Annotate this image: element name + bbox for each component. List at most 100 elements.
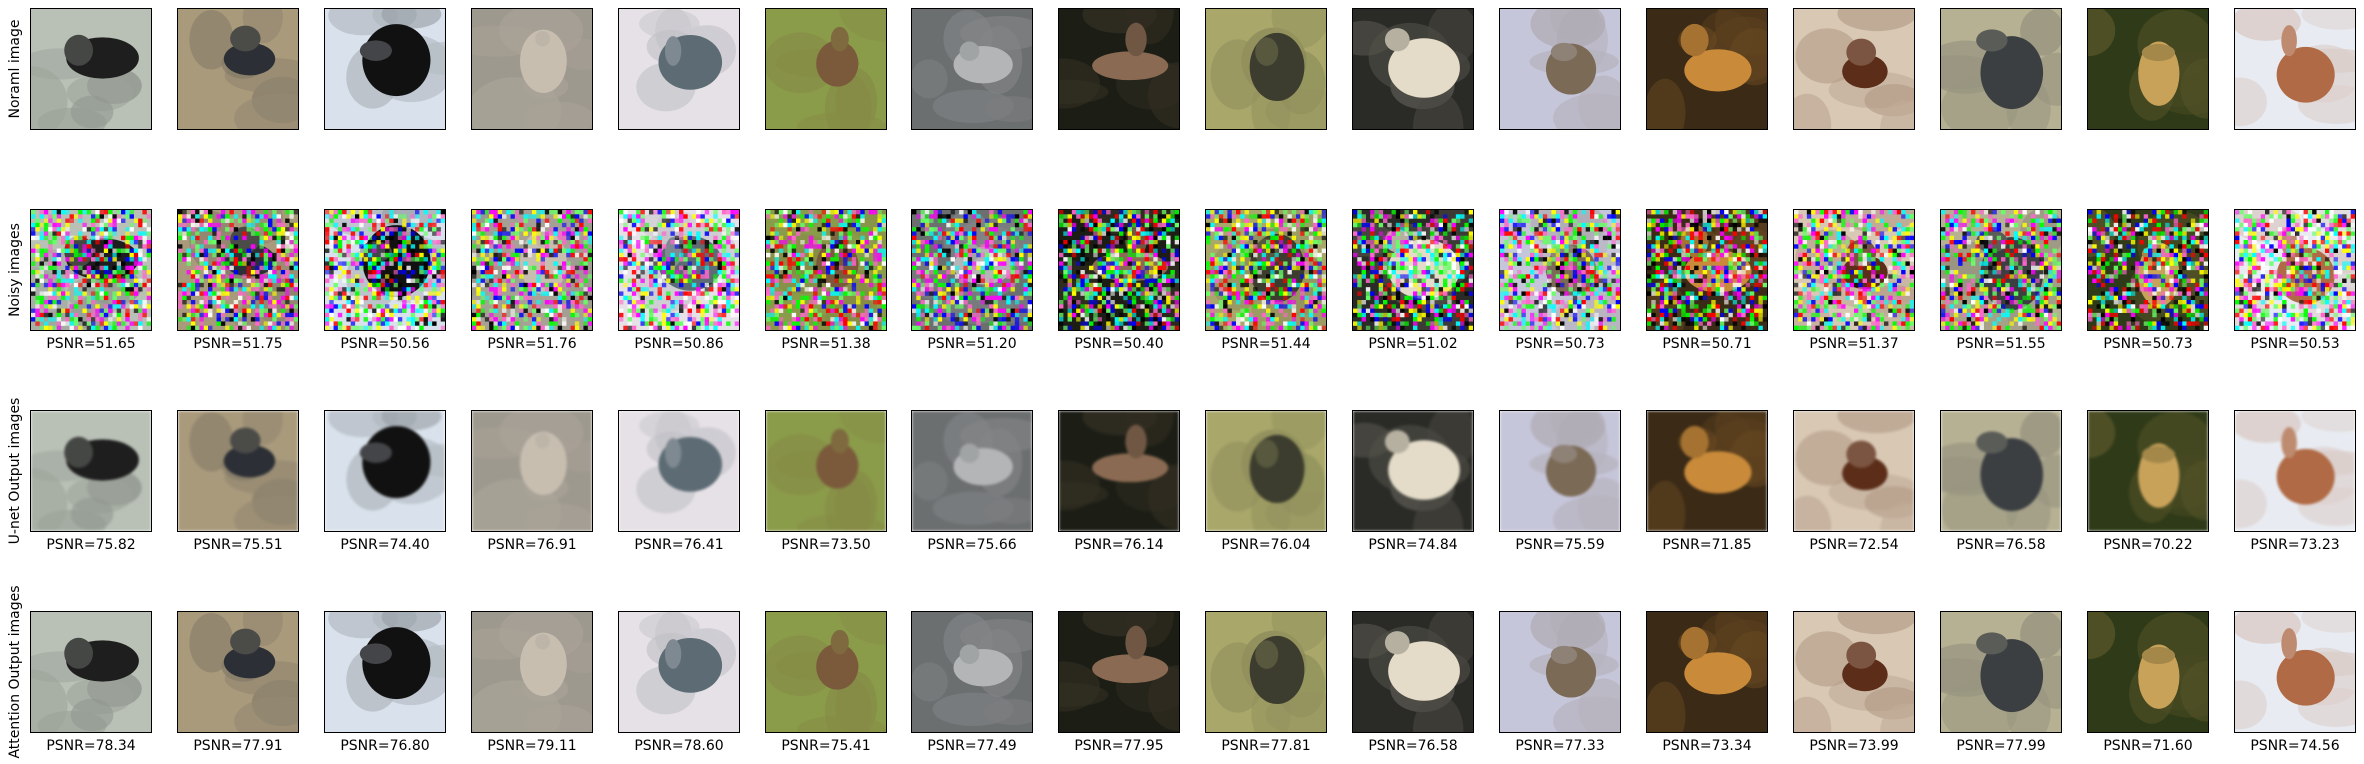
bird-thumbnail [1059,411,1179,531]
row-label: Attention Output images [0,585,30,758]
image-panel [471,611,593,733]
psnr-label: PSNR=73.99 [1809,738,1899,754]
psnr-label: PSNR=73.50 [781,537,871,553]
bird-thumbnail [178,210,298,330]
bird-thumbnail [31,411,151,531]
psnr-label: PSNR=78.34 [46,738,136,754]
deer-thumbnail [766,210,886,330]
bird-thumbnail [1500,9,1620,129]
deer-thumbnail [766,9,886,129]
image-panel [1499,209,1621,331]
image-panel [324,611,446,733]
bird-thumbnail [1059,612,1179,732]
image-panel [1940,611,2062,733]
bird-thumbnail [325,612,445,732]
automobile-thumbnail [1353,9,1473,129]
image-panel [177,611,299,733]
image-panel [1499,611,1621,733]
psnr-label: PSNR=51.75 [193,336,283,352]
automobile-thumbnail [912,411,1032,531]
automobile-thumbnail [1353,210,1473,330]
horse-thumbnail [2235,612,2355,732]
psnr-label: PSNR=51.44 [1221,336,1311,352]
psnr-label: PSNR=51.02 [1368,336,1458,352]
image-panel [1793,8,1915,130]
image-panel [30,209,152,331]
bird-thumbnail [1500,411,1620,531]
psnr-label: PSNR=74.40 [340,537,430,553]
automobile-thumbnail [912,9,1032,129]
psnr-label: PSNR=75.66 [927,537,1017,553]
bird-thumbnail [1206,9,1326,129]
image-panel [177,209,299,331]
image-panel [1058,410,1180,532]
bird-thumbnail [325,9,445,129]
horse-thumbnail [2235,210,2355,330]
psnr-label: PSNR=71.85 [1662,537,1752,553]
psnr-label: PSNR=76.58 [1368,738,1458,754]
bird-thumbnail [1206,411,1326,531]
psnr-label: PSNR=50.56 [340,336,430,352]
horse-thumbnail [1794,9,1914,129]
horse-thumbnail [2235,9,2355,129]
row-label: U-net Output images [0,398,30,545]
horse-thumbnail [1794,411,1914,531]
image-panel [2087,209,2209,331]
image-panel [1499,410,1621,532]
bird-thumbnail [1941,9,2061,129]
image-panel [324,8,446,130]
psnr-label: PSNR=77.33 [1515,738,1605,754]
psnr-label: PSNR=50.40 [1074,336,1164,352]
psnr-label: PSNR=76.58 [1956,537,2046,553]
psnr-label: PSNR=75.41 [781,738,871,754]
bird-thumbnail [325,210,445,330]
cat-thumbnail [472,411,592,531]
bird-thumbnail [31,612,151,732]
ship-thumbnail [619,210,739,330]
image-panel [2234,611,2356,733]
psnr-label: PSNR=76.04 [1221,537,1311,553]
psnr-label: PSNR=76.80 [340,738,430,754]
cat-thumbnail [472,612,592,732]
deer-thumbnail [766,411,886,531]
image-panel [1058,209,1180,331]
frog-thumbnail [2088,612,2208,732]
bird-thumbnail [325,411,445,531]
frog-thumbnail [2088,9,2208,129]
psnr-label: PSNR=51.20 [927,336,1017,352]
row-label-text: Attention Output images [7,585,23,759]
image-panel [1793,410,1915,532]
bird-thumbnail [178,411,298,531]
image-panel [1352,410,1474,532]
image-panel [1940,8,2062,130]
image-panel [765,410,887,532]
image-panel [1940,209,2062,331]
image-panel [2234,8,2356,130]
psnr-label: PSNR=50.73 [2103,336,2193,352]
deer-thumbnail [1647,411,1767,531]
ship-thumbnail [619,9,739,129]
image-panel [1352,611,1474,733]
row-label-text: U-net Output images [7,397,23,545]
psnr-label: PSNR=51.76 [487,336,577,352]
psnr-label: PSNR=79.11 [487,738,577,754]
image-panel [1646,8,1768,130]
automobile-thumbnail [1353,411,1473,531]
bird-thumbnail [1059,9,1179,129]
image-panel [1352,8,1474,130]
psnr-label: PSNR=73.23 [2250,537,2340,553]
automobile-thumbnail [912,210,1032,330]
image-panel [177,8,299,130]
image-panel [765,611,887,733]
psnr-label: PSNR=77.95 [1074,738,1164,754]
psnr-label: PSNR=51.55 [1956,336,2046,352]
image-panel [1646,410,1768,532]
psnr-label: PSNR=70.22 [2103,537,2193,553]
bird-thumbnail [1500,612,1620,732]
psnr-label: PSNR=77.99 [1956,738,2046,754]
deer-thumbnail [1647,210,1767,330]
image-panel [765,209,887,331]
image-panel [1352,209,1474,331]
image-panel [911,8,1033,130]
row-label: Noraml image [0,8,30,130]
